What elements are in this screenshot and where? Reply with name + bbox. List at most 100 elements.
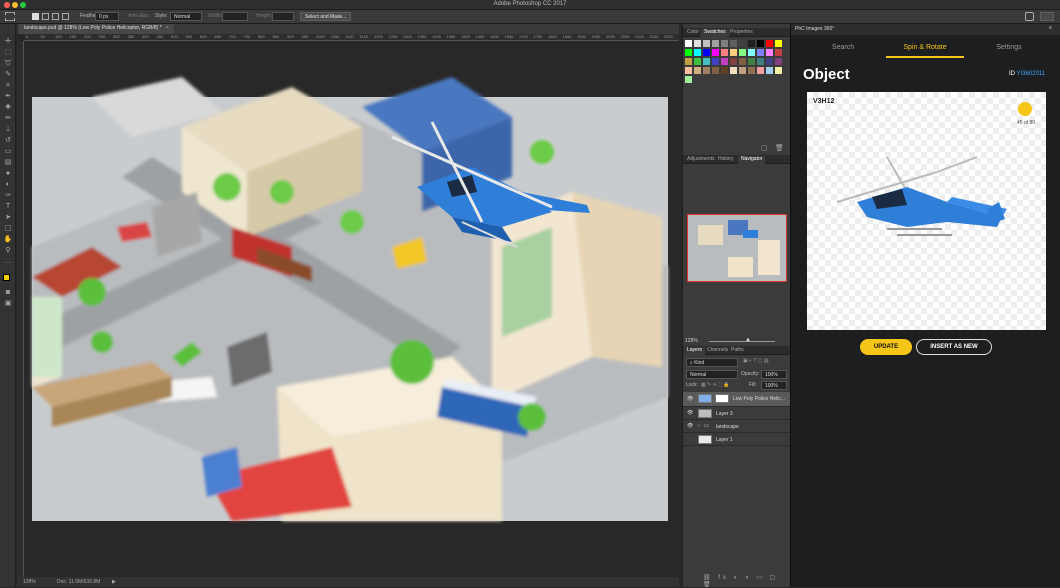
select-and-mask-button[interactable]: Select and Mask...	[300, 12, 352, 21]
brush-tool-icon[interactable]: ✏	[3, 115, 13, 123]
object-preview-card[interactable]: V3H12 45 of 80	[807, 92, 1046, 330]
layer-name[interactable]: landscape	[716, 424, 739, 430]
swatch[interactable]	[721, 40, 728, 47]
screen-mode-icon[interactable]: ▣	[3, 300, 13, 308]
clone-stamp-tool-icon[interactable]: ⊥	[3, 126, 13, 134]
fill-input[interactable]: 100%	[761, 381, 787, 390]
swatch[interactable]	[748, 40, 755, 47]
navigator-preview[interactable]	[687, 214, 787, 282]
swatch[interactable]	[703, 49, 710, 56]
path-select-tool-icon[interactable]: ➤	[3, 214, 13, 222]
blur-tool-icon[interactable]: ●	[3, 170, 13, 178]
shape-tool-icon[interactable]: ▢	[3, 225, 13, 233]
new-selection-icon[interactable]	[32, 13, 39, 20]
quick-mask-icon[interactable]: ◙	[3, 289, 13, 297]
layer-row[interactable]: 👁 › ▭ landscape	[683, 420, 791, 433]
visibility-eye-icon[interactable]: 👁	[687, 423, 693, 429]
swatch[interactable]	[757, 49, 764, 56]
swatch[interactable]	[766, 67, 773, 74]
subtract-selection-icon[interactable]	[52, 13, 59, 20]
swatch[interactable]	[712, 58, 719, 65]
layer-mask-thumbnail[interactable]	[715, 394, 729, 403]
swatch[interactable]	[775, 58, 782, 65]
layer-filter-select[interactable]: ⌕ Kind	[686, 358, 738, 367]
navigator-slider-handle[interactable]: ▲	[745, 337, 751, 343]
close-tab-icon[interactable]: ×	[166, 25, 169, 31]
layer-row[interactable]: 👁 Low Poly Police Helic...	[683, 392, 791, 407]
height-input[interactable]	[272, 12, 294, 21]
tab-paths[interactable]: Paths	[728, 347, 747, 353]
swatch[interactable]	[730, 49, 737, 56]
swatch[interactable]	[703, 67, 710, 74]
tab-swatches[interactable]: Swatches	[701, 29, 729, 37]
healing-brush-tool-icon[interactable]: ✚	[3, 104, 13, 112]
layer-name[interactable]: Low Poly Police Helic...	[733, 396, 785, 402]
opacity-input[interactable]: 100%	[761, 370, 787, 379]
new-swatch-icon[interactable]: ▢	[761, 144, 768, 152]
swatch[interactable]	[748, 49, 755, 56]
status-arrow-icon[interactable]: ▶	[112, 579, 116, 585]
lock-icons[interactable]: ▦ ✎ ✛ ⛶ 🔒	[701, 382, 729, 388]
marquee-tool-icon[interactable]: ⬚	[3, 49, 13, 57]
tab-color[interactable]: Color	[684, 29, 702, 35]
tab-properties[interactable]: Properties	[727, 29, 756, 35]
swatch[interactable]	[685, 76, 692, 83]
swatch[interactable]	[730, 58, 737, 65]
swatch[interactable]	[775, 67, 782, 74]
workspace-switcher-icon[interactable]	[1040, 12, 1054, 21]
layer-filter-icons[interactable]: ▣ ◐ T ▢ ▤	[743, 358, 787, 367]
swatch[interactable]	[694, 49, 701, 56]
swatch[interactable]	[739, 67, 746, 74]
group-expand-icon[interactable]: ›	[698, 423, 700, 429]
swatch[interactable]	[685, 58, 692, 65]
style-select[interactable]: Normal	[170, 12, 202, 21]
swatch[interactable]	[712, 49, 719, 56]
swatch[interactable]	[721, 49, 728, 56]
foreground-color-swatch[interactable]	[3, 274, 10, 281]
swatch[interactable]	[739, 49, 746, 56]
swatch[interactable]	[739, 58, 746, 65]
blend-mode-select[interactable]: Normal	[686, 370, 738, 379]
swatch[interactable]	[694, 67, 701, 74]
swatch[interactable]	[721, 58, 728, 65]
gradient-tool-icon[interactable]: ▤	[3, 159, 13, 167]
tab-history[interactable]: History	[715, 156, 737, 162]
feather-input[interactable]: 0 px	[95, 12, 119, 21]
tab-spin-rotate[interactable]: Spin & Rotate	[880, 44, 970, 51]
swatch[interactable]	[739, 40, 746, 47]
type-tool-icon[interactable]: T	[3, 203, 13, 211]
panel-menu-icon[interactable]: ≡	[1049, 25, 1052, 31]
swatch[interactable]	[757, 40, 764, 47]
intersect-selection-icon[interactable]	[62, 13, 69, 20]
document-canvas[interactable]	[24, 41, 679, 577]
swatch[interactable]	[694, 58, 701, 65]
zoom-tool-icon[interactable]: ⚲	[3, 247, 13, 255]
tab-layers[interactable]: Layers	[684, 347, 706, 355]
layers-footer-icons[interactable]: ⛓ fx ◐ ◑ ▭ ▢ 🗑	[703, 574, 788, 588]
object-id-value[interactable]: YI3602011	[1017, 71, 1046, 77]
move-tool-icon[interactable]: ✛	[3, 38, 13, 46]
navigator-zoom-slider[interactable]	[709, 341, 775, 342]
hand-tool-icon[interactable]: ✋	[3, 236, 13, 244]
dodge-tool-icon[interactable]: ◐	[3, 181, 13, 189]
swatch[interactable]	[694, 40, 701, 47]
swatch[interactable]	[685, 67, 692, 74]
navigator-zoom-value[interactable]: 128%	[685, 338, 698, 344]
layer-row[interactable]: Layer 1	[683, 433, 791, 446]
tab-settings[interactable]: Settings	[964, 44, 1054, 51]
swatch[interactable]	[685, 49, 692, 56]
update-button[interactable]: UPDATE	[860, 339, 912, 355]
search-icon[interactable]	[1025, 12, 1034, 21]
tab-adjustments[interactable]: Adjustments	[684, 156, 718, 162]
more-tools-icon[interactable]: …	[3, 258, 13, 266]
document-tab[interactable]: landscape.psd @ 128% (Low Poly Police He…	[19, 24, 174, 34]
antialias-checkbox[interactable]: Anti-alias	[128, 13, 149, 19]
tab-search[interactable]: Search	[798, 44, 888, 51]
layer-name[interactable]: Layer 3	[716, 411, 733, 417]
swatch[interactable]	[748, 58, 755, 65]
swatch[interactable]	[685, 40, 692, 47]
swatch[interactable]	[712, 40, 719, 47]
canvas-area[interactable]	[24, 41, 679, 577]
swatch[interactable]	[775, 49, 782, 56]
history-brush-tool-icon[interactable]: ↺	[3, 137, 13, 145]
